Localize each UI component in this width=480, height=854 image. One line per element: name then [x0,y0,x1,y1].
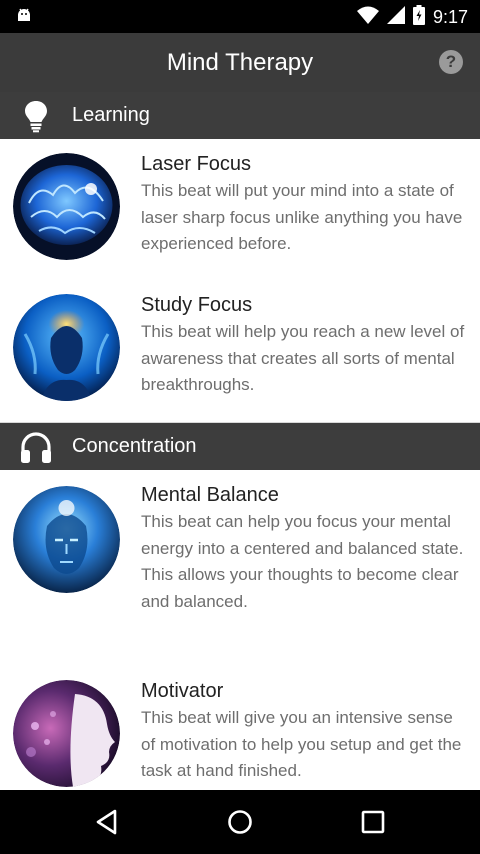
navigation-bar [0,790,480,854]
section-label: Concentration [72,435,197,457]
status-time: 9:17 [432,6,468,27]
lightbulb-icon [20,99,52,133]
app-bar: Mind Therapy ? [0,33,480,92]
item-description: This beat will help you reach a new leve… [141,322,465,395]
list-item-laser-focus[interactable]: Laser Focus This beat will put your mind… [0,139,480,282]
signal-icon [386,5,405,29]
item-title: Study Focus [141,294,253,316]
list-item-study-focus[interactable]: Study Focus This beat will help you reac… [0,281,480,423]
section-header-concentration: Concentration [0,423,480,470]
profile-head-thumbnail [13,680,120,787]
status-bar: 9:17 [0,0,480,33]
android-icon [14,6,34,26]
blue-brain-thumbnail [13,153,120,260]
headphones-icon [20,430,52,464]
item-description: This beat will put your mind into a stat… [141,181,463,254]
app-title: Mind Therapy [166,49,314,76]
digital-face-thumbnail [13,486,120,593]
item-title: Motivator [141,680,224,702]
section-label: Learning [72,104,150,126]
wifi-icon [356,6,379,29]
recents-icon[interactable] [357,806,389,838]
item-description: This beat will give you an intensive sen… [141,708,462,781]
home-icon[interactable] [224,806,256,838]
glowing-head-thumbnail [13,294,120,401]
list-item-mental-balance[interactable]: Mental Balance This beat can help you fo… [0,470,480,667]
item-description: This beat can help you focus your mental… [141,512,464,612]
back-icon[interactable] [91,806,123,838]
item-title: Mental Balance [141,484,279,506]
battery-icon [412,4,425,30]
section-header-learning: Learning [0,92,480,139]
item-title: Laser Focus [141,153,252,175]
help-button[interactable]: ? [439,50,463,74]
